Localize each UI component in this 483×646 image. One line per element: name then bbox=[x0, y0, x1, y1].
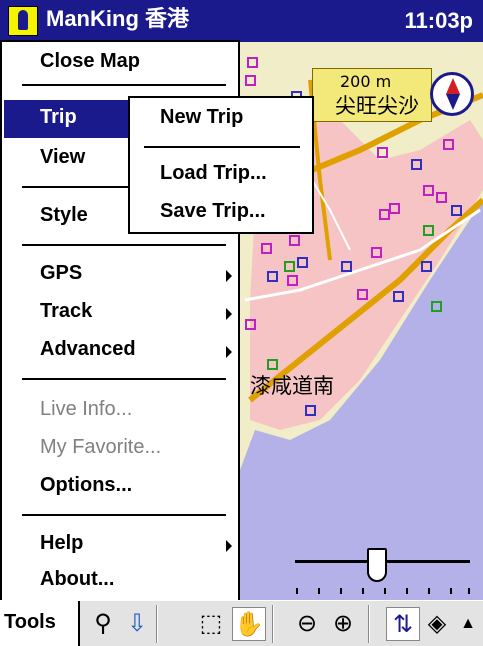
menu-item-about[interactable]: About... bbox=[4, 562, 238, 600]
menu-item-gps[interactable]: GPS bbox=[4, 256, 238, 294]
scale-label: 200 m bbox=[340, 72, 392, 91]
menu-item-my-favorite: My Favorite... bbox=[40, 436, 162, 458]
zoom-slider-ticks bbox=[296, 588, 471, 594]
menu-item-new-trip[interactable]: New Trip bbox=[132, 100, 314, 138]
toolbar-separator bbox=[368, 605, 370, 643]
toolbar-separator bbox=[156, 605, 158, 643]
zoom-out-icon[interactable]: ⊖ bbox=[290, 607, 324, 641]
submenu-arrow-icon bbox=[226, 270, 232, 282]
layers-icon[interactable]: ◈ bbox=[420, 607, 454, 641]
toolbar-separator bbox=[272, 605, 274, 643]
submenu-arrow-icon bbox=[226, 540, 232, 552]
download-icon[interactable]: ⇩ bbox=[120, 607, 154, 641]
compass-icon[interactable] bbox=[430, 72, 474, 116]
command-bar: Tools ⚲ ⇩ ⬚ ✋ ⊖ ⊕ ⇅ ◈ ▲ bbox=[0, 600, 483, 646]
menu-item-advanced[interactable]: Advanced bbox=[4, 332, 238, 370]
menu-item-options[interactable]: Options... bbox=[4, 468, 238, 506]
zoom-in-icon[interactable]: ⊕ bbox=[326, 607, 360, 641]
hand-icon[interactable]: ✋ bbox=[232, 607, 266, 641]
trip-submenu: New Trip Load Trip... Save Trip... bbox=[128, 96, 314, 234]
submenu-arrow-icon bbox=[226, 346, 232, 358]
map-label-tsim-sha-tsui: 尖旺尖沙 bbox=[335, 94, 419, 118]
app-icon[interactable] bbox=[8, 6, 38, 36]
menu-item-close-map[interactable]: Close Map bbox=[4, 44, 238, 82]
menu-separator bbox=[22, 378, 226, 380]
select-icon[interactable]: ⬚ bbox=[194, 607, 228, 641]
menu-item-save-trip[interactable]: Save Trip... bbox=[132, 194, 314, 232]
menu-separator bbox=[22, 514, 226, 516]
scroll-up-icon[interactable]: ▲ bbox=[456, 607, 480, 641]
submenu-arrow-icon bbox=[226, 308, 232, 320]
app-title: ManKing 香港 bbox=[46, 6, 189, 31]
clock[interactable]: 11:03p bbox=[405, 4, 474, 38]
sort-icon[interactable]: ⇅ bbox=[386, 607, 420, 641]
menu-item-help[interactable]: Help bbox=[4, 526, 238, 564]
title-bar: ManKing 香港 11:03p bbox=[0, 0, 483, 42]
zoom-slider-thumb[interactable] bbox=[367, 548, 387, 582]
map-label-nathan-road: 漆咸道南 bbox=[250, 374, 334, 398]
menu-item-load-trip[interactable]: Load Trip... bbox=[132, 156, 314, 194]
menu-separator bbox=[22, 244, 226, 246]
menu-item-track[interactable]: Track bbox=[4, 294, 238, 332]
menu-separator bbox=[22, 84, 226, 86]
binoculars-icon[interactable]: ⚲ bbox=[86, 607, 120, 641]
tools-menu-button[interactable]: Tools bbox=[0, 601, 80, 646]
menu-item-live-info: Live Info... bbox=[40, 398, 133, 420]
menu-separator bbox=[144, 146, 300, 148]
